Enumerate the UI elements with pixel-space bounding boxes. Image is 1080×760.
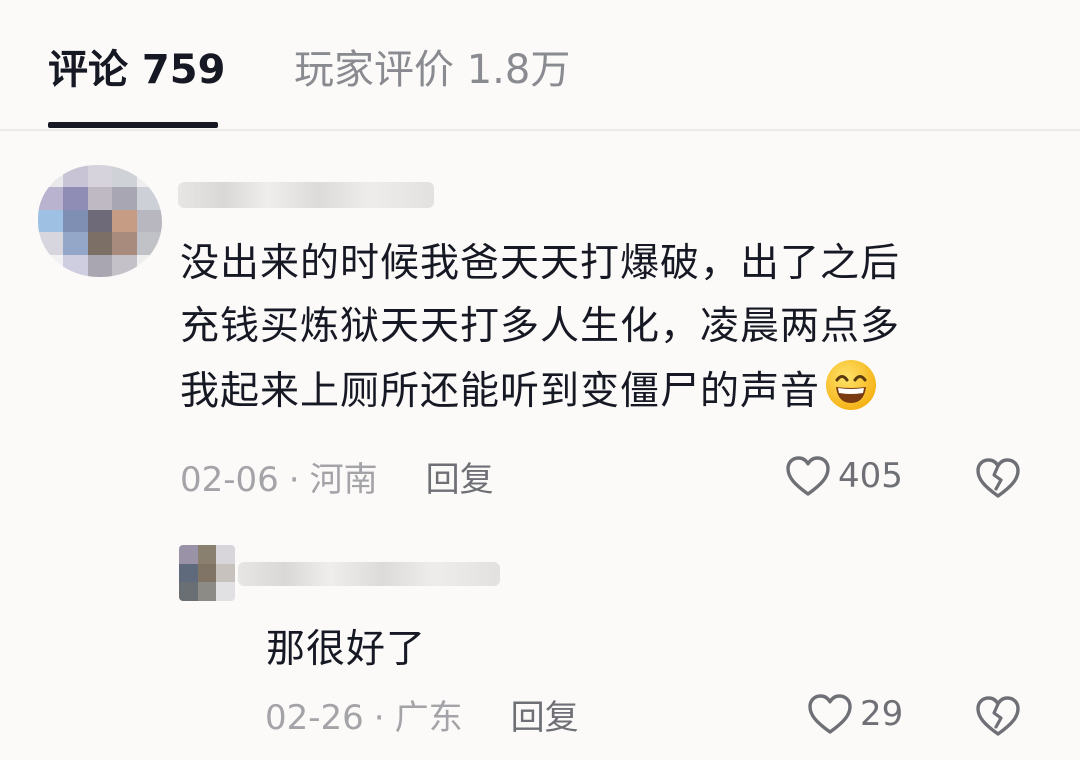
tabs-divider: [0, 129, 1080, 131]
heart-icon: [786, 456, 830, 496]
comment-line: 充钱买炼狱天天打多人生化，凌晨两点多: [180, 304, 901, 349]
reply-button[interactable]: 回复: [426, 460, 494, 500]
commenter-avatar[interactable]: [38, 165, 162, 277]
active-tab-indicator: [48, 122, 218, 128]
commenter-username-blurred[interactable]: [178, 182, 434, 208]
broken-heart-icon: [976, 458, 1020, 498]
comment-body: 没出来的时候我爸天天打爆破，出了之后 充钱买炼狱天天打多人生化，凌晨两点多 我起…: [180, 232, 1050, 423]
tab-bar: 评论 759 玩家评价 1.8万: [0, 0, 1080, 131]
like-button[interactable]: 405: [784, 454, 903, 498]
replier-avatar[interactable]: [179, 545, 235, 601]
tab-player-reviews[interactable]: 玩家评价 1.8万: [294, 42, 570, 98]
grinning-face-icon: [824, 358, 878, 412]
comment-meta: 02-06 · 河南 回复: [180, 458, 494, 502]
replier-username-blurred[interactable]: [238, 562, 500, 586]
reply-meta: 02-26 · 广东 回复: [265, 696, 579, 740]
reply-body: 那很好了: [266, 627, 427, 672]
tab-comments[interactable]: 评论 759: [48, 42, 225, 98]
like-button[interactable]: 29: [806, 692, 903, 736]
meta-separator: ·: [288, 460, 300, 500]
heart-icon: [808, 694, 852, 734]
comments-page: 评论 759 玩家评价 1.8万 没出来的时候我爸天天打爆破，出了之后 充钱买炼…: [0, 0, 1080, 760]
reply-button[interactable]: 回复: [511, 698, 579, 738]
comment-location: 河南: [309, 460, 378, 500]
comment-line: 没出来的时候我爸天天打爆破，出了之后: [180, 241, 901, 286]
reply-date: 02-26: [265, 698, 364, 738]
meta-separator: ·: [373, 698, 385, 738]
like-count: 29: [860, 694, 904, 734]
like-count: 405: [838, 456, 903, 496]
dislike-button[interactable]: [974, 456, 1022, 504]
reply-location: 广东: [394, 698, 463, 738]
comment-line: 我起来上厕所还能听到变僵尸的声音: [180, 369, 821, 414]
dislike-button[interactable]: [974, 694, 1022, 742]
comment-date: 02-06: [180, 460, 279, 500]
broken-heart-icon: [976, 696, 1020, 736]
